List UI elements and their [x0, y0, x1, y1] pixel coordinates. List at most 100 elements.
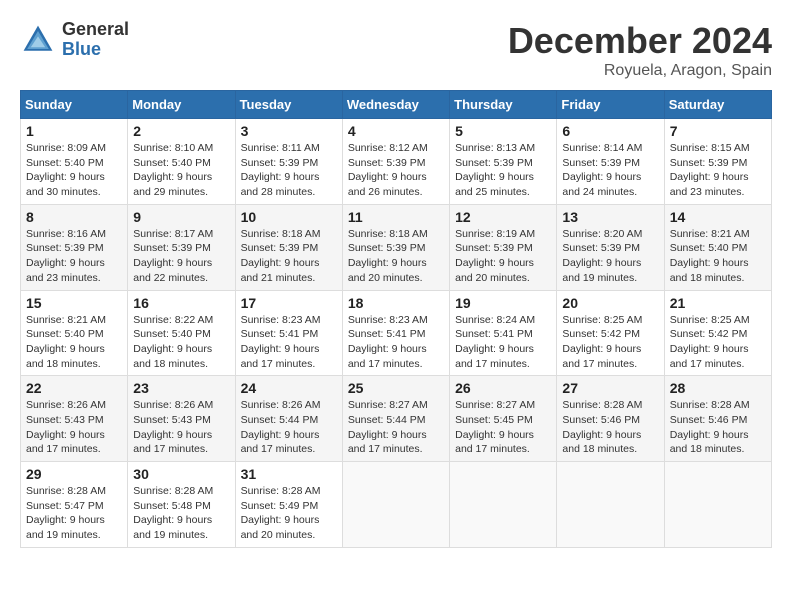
day-number: 30: [133, 466, 229, 482]
day-info: Sunrise: 8:27 AM: [455, 398, 551, 413]
day-info: Sunrise: 8:25 AM: [562, 313, 658, 328]
day-info: Sunset: 5:39 PM: [562, 156, 658, 171]
day-info: Daylight: 9 hours: [241, 256, 337, 271]
day-info: Sunrise: 8:17 AM: [133, 227, 229, 242]
day-info: Sunrise: 8:11 AM: [241, 141, 337, 156]
day-info: Daylight: 9 hours: [241, 428, 337, 443]
day-info: Daylight: 9 hours: [133, 428, 229, 443]
day-info: Sunrise: 8:10 AM: [133, 141, 229, 156]
day-info: Sunrise: 8:28 AM: [241, 484, 337, 499]
day-info: Sunset: 5:39 PM: [241, 241, 337, 256]
day-info: Daylight: 9 hours: [241, 513, 337, 528]
day-info: Sunrise: 8:28 AM: [133, 484, 229, 499]
col-monday: Monday: [128, 91, 235, 119]
calendar-table: Sunday Monday Tuesday Wednesday Thursday…: [20, 90, 772, 548]
table-row: 28Sunrise: 8:28 AMSunset: 5:46 PMDayligh…: [664, 376, 771, 462]
day-info: Sunset: 5:39 PM: [455, 241, 551, 256]
day-info: Sunset: 5:44 PM: [348, 413, 444, 428]
title-block: December 2024 Royuela, Aragon, Spain: [508, 20, 772, 80]
day-info: Daylight: 9 hours: [670, 342, 766, 357]
logo-general-text: General: [62, 20, 129, 40]
logo-blue-text: Blue: [62, 40, 129, 60]
page-header: General Blue December 2024 Royuela, Arag…: [20, 20, 772, 80]
day-info: and 19 minutes.: [133, 528, 229, 543]
day-info: Sunset: 5:48 PM: [133, 499, 229, 514]
day-info: and 17 minutes.: [455, 357, 551, 372]
day-number: 11: [348, 209, 444, 225]
table-row: [342, 462, 449, 548]
month-title: December 2024: [508, 20, 772, 62]
day-number: 7: [670, 123, 766, 139]
day-info: Sunset: 5:46 PM: [670, 413, 766, 428]
day-info: Sunset: 5:49 PM: [241, 499, 337, 514]
table-row: 12Sunrise: 8:19 AMSunset: 5:39 PMDayligh…: [450, 204, 557, 290]
day-number: 10: [241, 209, 337, 225]
day-info: Daylight: 9 hours: [348, 342, 444, 357]
day-info: Sunrise: 8:19 AM: [455, 227, 551, 242]
day-info: and 18 minutes.: [26, 357, 122, 372]
table-row: 2Sunrise: 8:10 AMSunset: 5:40 PMDaylight…: [128, 119, 235, 205]
table-row: 30Sunrise: 8:28 AMSunset: 5:48 PMDayligh…: [128, 462, 235, 548]
day-info: and 18 minutes.: [670, 442, 766, 457]
day-info: Daylight: 9 hours: [562, 256, 658, 271]
day-info: Daylight: 9 hours: [133, 342, 229, 357]
day-info: Daylight: 9 hours: [26, 513, 122, 528]
day-info: and 17 minutes.: [348, 442, 444, 457]
col-saturday: Saturday: [664, 91, 771, 119]
day-number: 9: [133, 209, 229, 225]
logo-text: General Blue: [62, 20, 129, 60]
day-info: Daylight: 9 hours: [670, 256, 766, 271]
day-info: Daylight: 9 hours: [26, 170, 122, 185]
day-info: Sunset: 5:41 PM: [241, 327, 337, 342]
day-info: and 30 minutes.: [26, 185, 122, 200]
table-row: 10Sunrise: 8:18 AMSunset: 5:39 PMDayligh…: [235, 204, 342, 290]
day-info: Daylight: 9 hours: [133, 256, 229, 271]
day-info: Daylight: 9 hours: [455, 428, 551, 443]
day-info: Sunrise: 8:26 AM: [26, 398, 122, 413]
day-info: Sunrise: 8:12 AM: [348, 141, 444, 156]
day-info: Daylight: 9 hours: [26, 428, 122, 443]
calendar-week-row: 15Sunrise: 8:21 AMSunset: 5:40 PMDayligh…: [21, 290, 772, 376]
day-info: Sunset: 5:42 PM: [562, 327, 658, 342]
day-info: Sunrise: 8:26 AM: [241, 398, 337, 413]
day-info: Sunrise: 8:28 AM: [562, 398, 658, 413]
day-info: and 17 minutes.: [562, 357, 658, 372]
day-info: and 17 minutes.: [26, 442, 122, 457]
day-info: and 24 minutes.: [562, 185, 658, 200]
day-info: and 20 minutes.: [348, 271, 444, 286]
day-number: 12: [455, 209, 551, 225]
day-info: Sunrise: 8:18 AM: [348, 227, 444, 242]
table-row: 25Sunrise: 8:27 AMSunset: 5:44 PMDayligh…: [342, 376, 449, 462]
day-number: 5: [455, 123, 551, 139]
day-info: and 26 minutes.: [348, 185, 444, 200]
day-info: Daylight: 9 hours: [670, 428, 766, 443]
day-info: Sunset: 5:46 PM: [562, 413, 658, 428]
day-info: Sunrise: 8:20 AM: [562, 227, 658, 242]
day-info: Sunset: 5:39 PM: [348, 156, 444, 171]
day-info: Sunrise: 8:23 AM: [241, 313, 337, 328]
day-info: and 20 minutes.: [241, 528, 337, 543]
day-info: Sunset: 5:43 PM: [26, 413, 122, 428]
day-info: Daylight: 9 hours: [562, 170, 658, 185]
calendar-week-row: 8Sunrise: 8:16 AMSunset: 5:39 PMDaylight…: [21, 204, 772, 290]
day-number: 2: [133, 123, 229, 139]
day-info: and 17 minutes.: [348, 357, 444, 372]
day-info: Sunset: 5:41 PM: [348, 327, 444, 342]
day-info: and 23 minutes.: [26, 271, 122, 286]
day-info: and 20 minutes.: [455, 271, 551, 286]
day-info: Sunrise: 8:15 AM: [670, 141, 766, 156]
day-info: and 17 minutes.: [133, 442, 229, 457]
col-sunday: Sunday: [21, 91, 128, 119]
table-row: 9Sunrise: 8:17 AMSunset: 5:39 PMDaylight…: [128, 204, 235, 290]
table-row: 4Sunrise: 8:12 AMSunset: 5:39 PMDaylight…: [342, 119, 449, 205]
table-row: 23Sunrise: 8:26 AMSunset: 5:43 PMDayligh…: [128, 376, 235, 462]
table-row: 7Sunrise: 8:15 AMSunset: 5:39 PMDaylight…: [664, 119, 771, 205]
day-info: Sunset: 5:39 PM: [670, 156, 766, 171]
day-number: 23: [133, 380, 229, 396]
day-info: Sunset: 5:47 PM: [26, 499, 122, 514]
day-info: and 18 minutes.: [562, 442, 658, 457]
col-tuesday: Tuesday: [235, 91, 342, 119]
day-info: Daylight: 9 hours: [133, 170, 229, 185]
day-info: Daylight: 9 hours: [562, 428, 658, 443]
day-info: and 21 minutes.: [241, 271, 337, 286]
